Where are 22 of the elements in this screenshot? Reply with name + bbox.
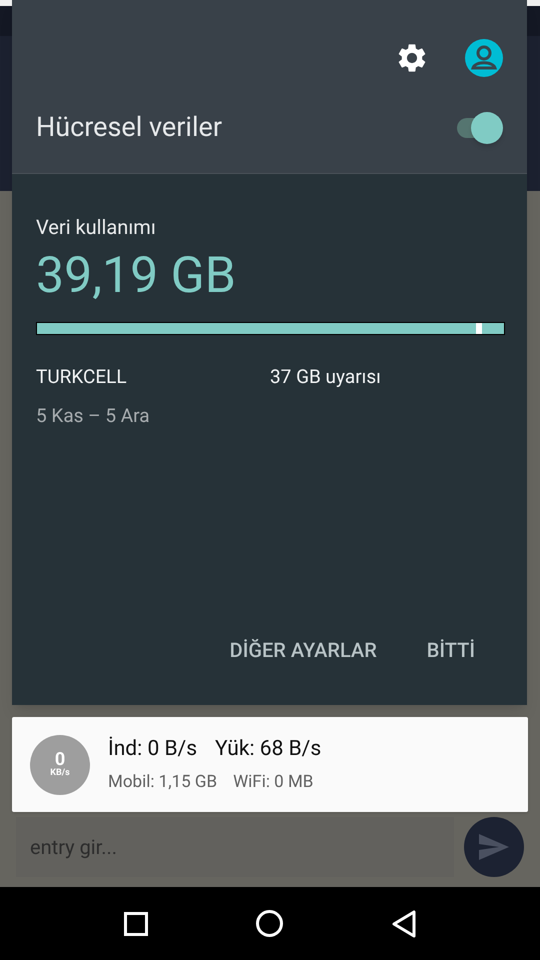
action-button[interactable]: DİĞER AYARLAR [230,635,377,665]
back-icon[interactable] [392,910,416,938]
data-usage-amount: 39,19 GB [36,246,237,306]
action-button[interactable]: BİTTİ [426,635,475,665]
recents-icon[interactable] [124,912,148,936]
speed-text: İnd: 0 B/s [108,736,198,763]
speed-text: Yük: 68 B/s [215,736,322,763]
user-avatar-icon[interactable] [465,39,503,77]
notification-card[interactable]: 0 KB/s İnd: 0 B/s Yük: 68 B/s Mobil: 1,15 GB WiFi: 0 MB [12,717,528,812]
total-usage-text: WiFi: 0 MB [233,770,314,794]
warning-limit: 37 GB uyarısı [270,364,381,390]
billing-period: 5 Kas – 5 Ara [36,402,151,428]
warning-marker [476,323,482,334]
speed-badge-unit: KB/s [50,769,70,778]
cellular-data-title: Hücresel veriler [36,110,222,146]
speed-badge-value: 0 [54,751,66,769]
total-usage-text: Mobil: 1,15 GB [108,770,218,794]
carrier-name: TURKCELL [36,364,128,390]
send-icon [479,834,509,860]
home-icon[interactable] [256,910,284,937]
data-usage-label: Veri kullanımı [36,214,157,241]
cellular-data-switch[interactable] [455,112,503,144]
